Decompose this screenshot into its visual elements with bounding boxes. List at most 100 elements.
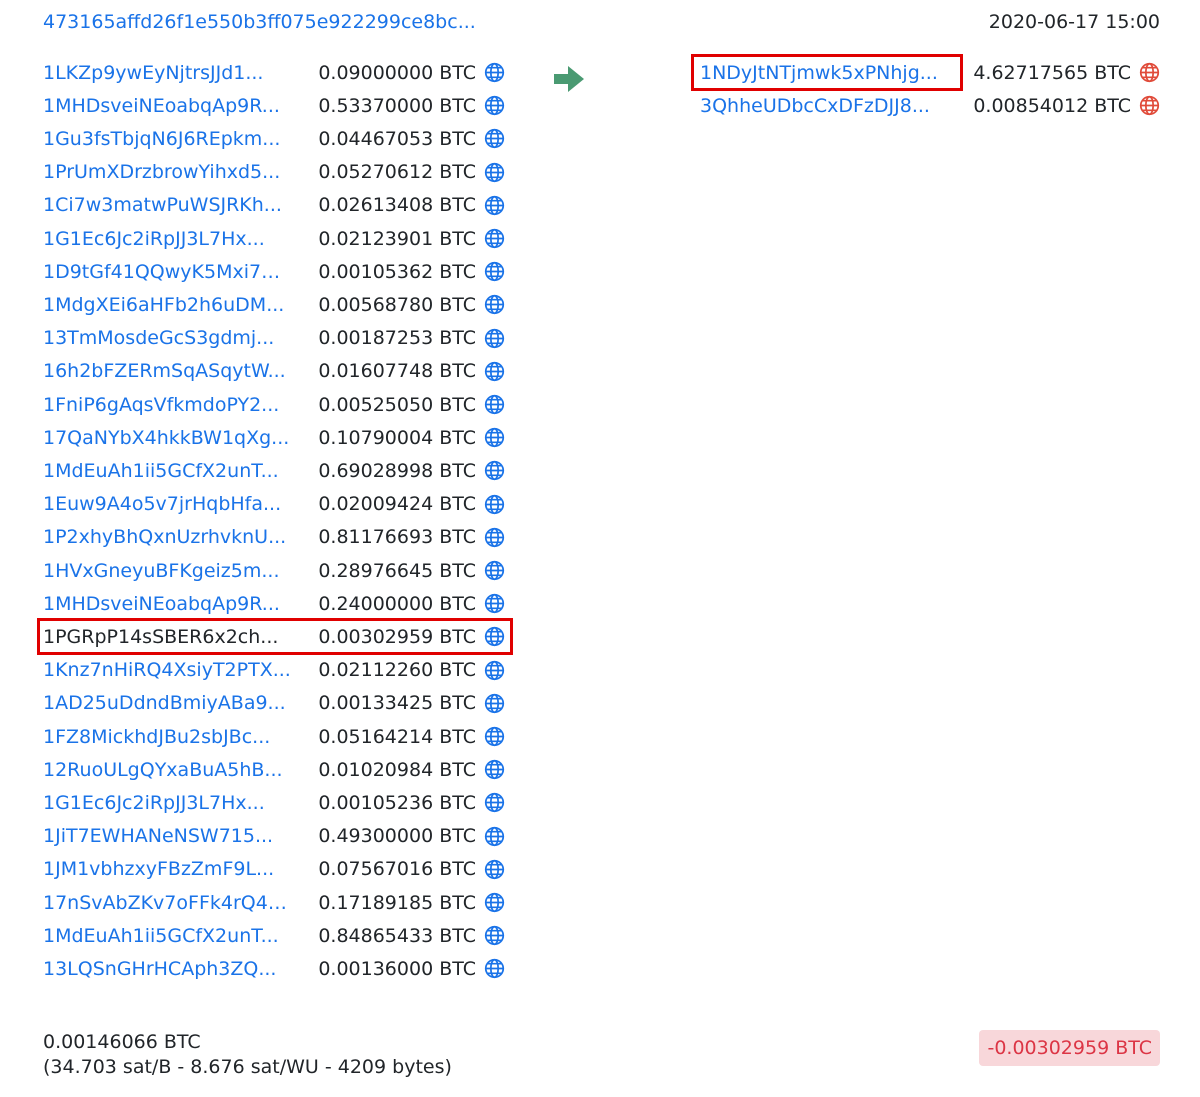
output-amount: 4.62717565 BTC [973, 61, 1131, 84]
input-address-link[interactable]: 1FniP6gAqsVfkmdoPY2... [43, 394, 291, 416]
globe-icon[interactable] [484, 759, 505, 780]
input-address-link[interactable]: 1LKZp9ywEyNjtrsJJd1... [43, 62, 291, 84]
input-amount: 0.28976645 BTC [318, 559, 476, 582]
input-address-link[interactable]: 17QaNYbX4hkkBW1qXg... [43, 427, 291, 449]
input-row: 1JM1vbhzxyFBzZmF9L... 0.07567016 BTC [43, 853, 505, 886]
output-address-link[interactable]: 3QhheUDbcCxDFzDJJ8... [700, 95, 954, 117]
input-address-link[interactable]: 1MdEuAh1ii5GCfX2unT... [43, 460, 291, 482]
input-address-link[interactable]: 17nSvAbZKv7oFFk4rQ4z... [43, 892, 291, 914]
output-address-link[interactable]: 1NDyJtNTjmwk5xPNhjg... [700, 62, 954, 84]
transaction-time: 2020-06-17 15:00 [988, 11, 1160, 33]
input-address-link[interactable]: 16h2bFZERmSqASqytW... [43, 360, 291, 382]
input-amount: 0.02112260 BTC [318, 659, 476, 682]
globe-icon[interactable] [484, 294, 505, 315]
input-address-link[interactable]: 1Gu3fsTbjqN6J6REpkm... [43, 128, 291, 150]
input-amount: 0.02009424 BTC [318, 493, 476, 516]
input-row: 1MdEuAh1ii5GCfX2unT... 0.84865433 BTC [43, 919, 505, 952]
input-row: 1HVxGneyuBFKgeiz5m... 0.28976645 BTC [43, 554, 505, 587]
input-amount: 0.00133425 BTC [318, 692, 476, 715]
globe-icon[interactable] [484, 162, 505, 183]
input-row: 12RuoULgQYxaBuA5hB... 0.01020984 BTC [43, 753, 505, 786]
globe-icon[interactable] [484, 792, 505, 813]
globe-icon[interactable] [484, 361, 505, 382]
globe-icon[interactable] [484, 328, 505, 349]
output-row: 1NDyJtNTjmwk5xPNhjg... 4.62717565 BTC [700, 56, 1160, 89]
input-address-link[interactable]: 12RuoULgQYxaBuA5hB... [43, 759, 291, 781]
globe-icon[interactable] [484, 494, 505, 515]
input-row: 1MHDsveiNEoabqAp9R... 0.24000000 BTC [43, 587, 505, 620]
globe-icon[interactable] [484, 892, 505, 913]
input-amount: 0.17189185 BTC [318, 891, 476, 914]
globe-icon[interactable] [484, 527, 505, 548]
input-address-link[interactable]: 1MHDsveiNEoabqAp9R... [43, 593, 291, 615]
input-address-link[interactable]: 1MdEuAh1ii5GCfX2unT... [43, 925, 291, 947]
input-address-link[interactable]: 1AD25uDdndBmiyABa9... [43, 692, 291, 714]
globe-icon[interactable] [484, 460, 505, 481]
input-address-link[interactable]: 1D9tGf41QQwyK5Mxi7g... [43, 261, 291, 283]
globe-icon[interactable] [484, 427, 505, 448]
input-amount: 0.05270612 BTC [318, 161, 476, 184]
input-amount: 0.00136000 BTC [318, 957, 476, 980]
globe-icon[interactable] [1139, 62, 1160, 83]
globe-icon[interactable] [484, 560, 505, 581]
input-amount: 0.00187253 BTC [318, 327, 476, 350]
input-row: 1MdgXEi6aHFb2h6uDM... 0.00568780 BTC [43, 288, 505, 321]
globe-icon[interactable] [484, 261, 505, 282]
input-address-link[interactable]: 1Knz7nHiRQ4XsiyT2PTX... [43, 659, 291, 681]
globe-icon[interactable] [484, 726, 505, 747]
input-address-link[interactable]: 13TmMosdeGcS3gdmj... [43, 327, 291, 349]
globe-icon[interactable] [484, 128, 505, 149]
input-amount: 0.04467053 BTC [318, 127, 476, 150]
balance-delta-badge: -0.00302959 BTC [979, 1030, 1160, 1066]
input-address-link[interactable]: 1FZ8MickhdJBu2sbJBc... [43, 726, 291, 748]
input-row: 1Ci7w3matwPuWSJRKh... 0.02613408 BTC [43, 189, 505, 222]
input-row: 1G1Ec6Jc2iRpJJ3L7Hx... 0.02123901 BTC [43, 222, 505, 255]
input-address-link[interactable]: 1G1Ec6Jc2iRpJJ3L7Hx... [43, 228, 291, 250]
input-address-link[interactable]: 1MHDsveiNEoabqAp9R... [43, 95, 291, 117]
globe-icon[interactable] [484, 62, 505, 83]
globe-icon[interactable] [484, 626, 505, 647]
input-amount: 0.84865433 BTC [318, 924, 476, 947]
input-row: 13TmMosdeGcS3gdmj... 0.00187253 BTC [43, 322, 505, 355]
input-row: 1MHDsveiNEoabqAp9R... 0.53370000 BTC [43, 89, 505, 122]
globe-icon[interactable] [484, 693, 505, 714]
input-address-link[interactable]: 1P2xhyBhQxnUzrhvknU... [43, 526, 291, 548]
input-address-link[interactable]: 13LQSnGHrHCAph3ZQ... [43, 958, 291, 980]
globe-icon[interactable] [484, 195, 505, 216]
transaction-id-link[interactable]: 473165affd26f1e550b3ff075e922299ce8bc... [43, 11, 476, 33]
output-amount: 0.00854012 BTC [973, 94, 1131, 117]
globe-icon[interactable] [484, 859, 505, 880]
fee-details: (34.703 sat/B - 8.676 sat/WU - 4209 byte… [43, 1056, 452, 1078]
input-address-link[interactable]: 1Ci7w3matwPuWSJRKh... [43, 194, 291, 216]
input-amount: 0.00105236 BTC [318, 791, 476, 814]
globe-icon[interactable] [484, 228, 505, 249]
input-row: 16h2bFZERmSqASqytW... 0.01607748 BTC [43, 355, 505, 388]
input-row: 1MdEuAh1ii5GCfX2unT... 0.69028998 BTC [43, 454, 505, 487]
input-address-link[interactable]: 1G1Ec6Jc2iRpJJ3L7Hx... [43, 792, 291, 814]
output-row: 3QhheUDbcCxDFzDJJ8... 0.00854012 BTC [700, 89, 1160, 122]
input-address-link[interactable]: 1HVxGneyuBFKgeiz5m... [43, 560, 291, 582]
globe-icon[interactable] [1139, 95, 1160, 116]
globe-icon[interactable] [484, 394, 505, 415]
input-amount: 0.00525050 BTC [318, 393, 476, 416]
input-row: 1FZ8MickhdJBu2sbJBc... 0.05164214 BTC [43, 720, 505, 753]
globe-icon[interactable] [484, 593, 505, 614]
globe-icon[interactable] [484, 660, 505, 681]
input-address-link[interactable]: 1PrUmXDrzbrowYihxd5... [43, 161, 291, 183]
globe-icon[interactable] [484, 826, 505, 847]
input-row: 1P2xhyBhQxnUzrhvknU... 0.81176693 BTC [43, 521, 505, 554]
input-address-link[interactable]: 1PGRpP14sSBER6x2ch... [43, 626, 291, 648]
input-amount: 0.01607748 BTC [318, 360, 476, 383]
input-address-link[interactable]: 1MdgXEi6aHFb2h6uDM... [43, 294, 291, 316]
globe-icon[interactable] [484, 958, 505, 979]
input-amount: 0.09000000 BTC [318, 61, 476, 84]
input-address-link[interactable]: 1Euw9A4o5v7jrHqbHfa... [43, 493, 291, 515]
globe-icon[interactable] [484, 925, 505, 946]
input-amount: 0.01020984 BTC [318, 758, 476, 781]
input-row: 17QaNYbX4hkkBW1qXg... 0.10790004 BTC [43, 421, 505, 454]
input-address-link[interactable]: 1JM1vbhzxyFBzZmF9L... [43, 858, 291, 880]
globe-icon[interactable] [484, 95, 505, 116]
input-address-link[interactable]: 1JiT7EWHANeNSW715... [43, 825, 291, 847]
input-amount: 0.05164214 BTC [318, 725, 476, 748]
input-amount: 0.02613408 BTC [318, 194, 476, 217]
